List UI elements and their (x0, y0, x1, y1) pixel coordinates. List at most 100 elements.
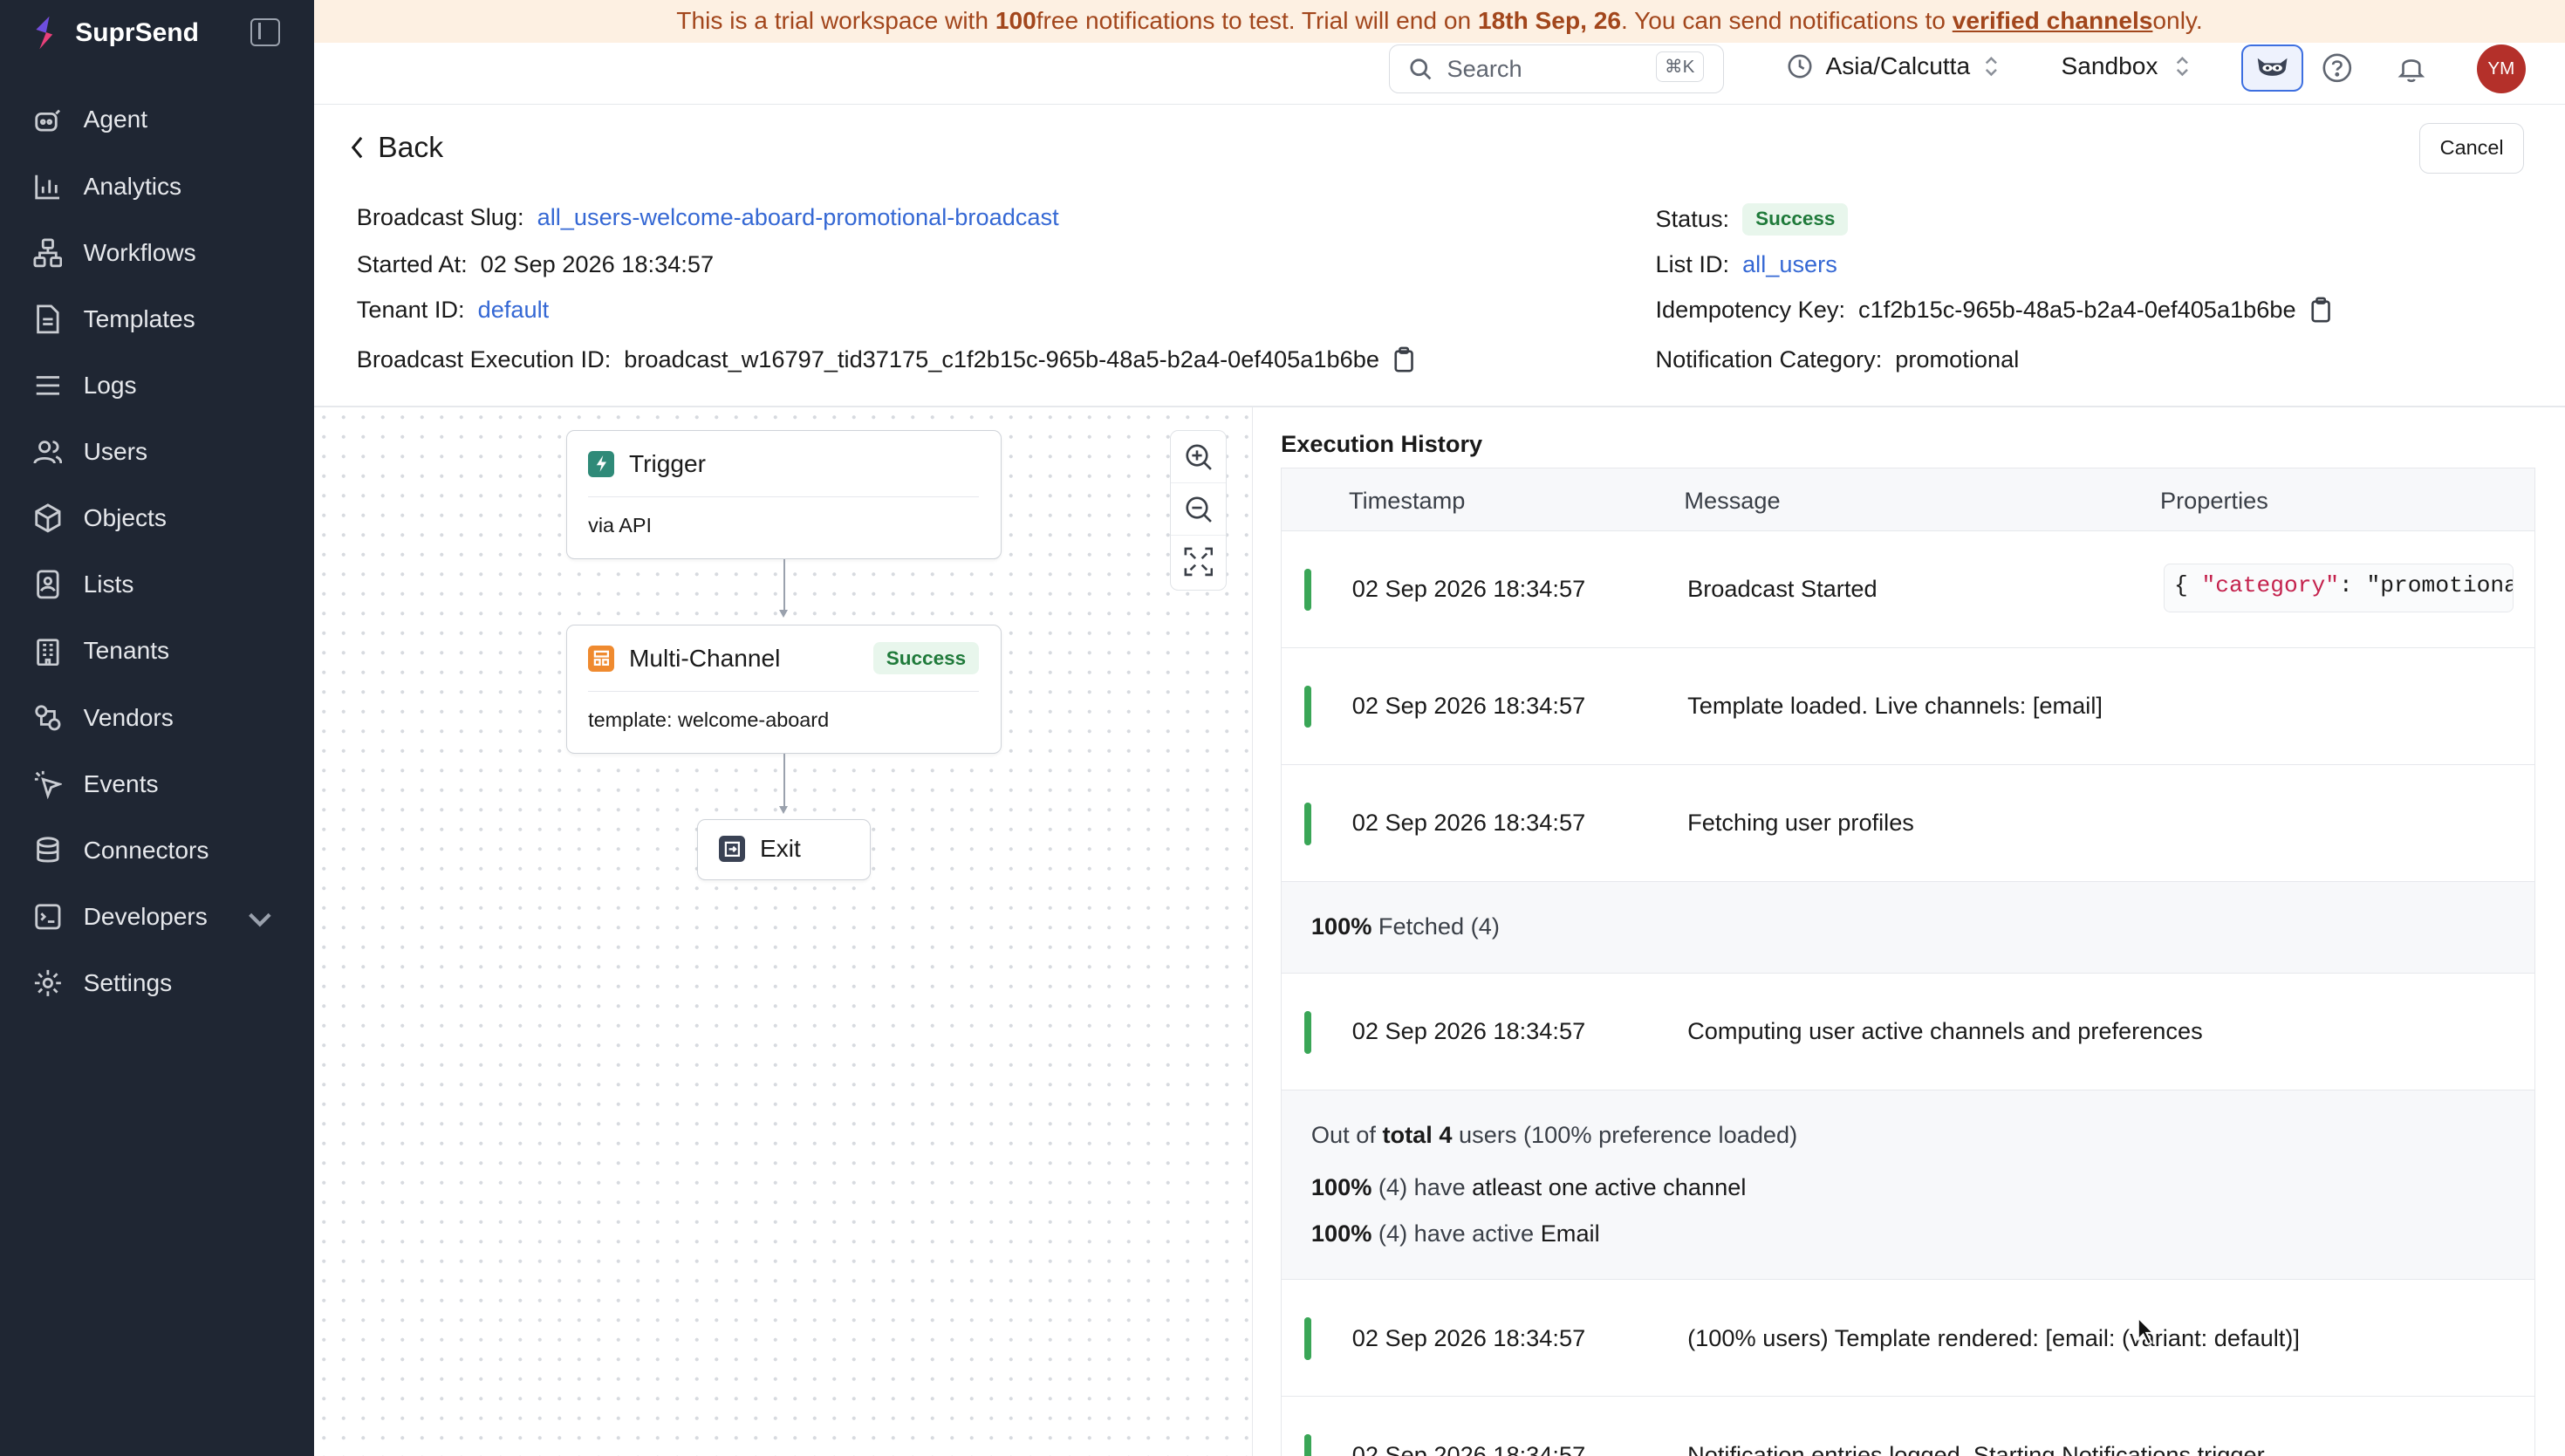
sidebar-item-label: Users (83, 438, 148, 466)
sidebar-item-label: Vendors (83, 703, 174, 731)
sidebar-item-label: Logs (83, 371, 137, 399)
workflow-canvas[interactable]: Trigger via API Multi-Channel Success te… (314, 407, 1254, 1456)
search-icon (1410, 58, 1432, 79)
sidebar-item-connectors[interactable]: Connectors (0, 817, 314, 884)
search-input[interactable]: Search ⌘K (1388, 44, 1725, 93)
idempotency-key-value: c1f2b15c-965b-48a5-b2a4-0ef405a1b6be (1858, 296, 2296, 324)
banner-middle2: . You can send notifications to (1621, 7, 1946, 35)
sidebar-item-objects[interactable]: Objects (0, 485, 314, 551)
connectors-icon (36, 837, 59, 863)
table-row[interactable]: 02 Sep 2026 18:34:57 Template loaded. Li… (1282, 648, 2535, 765)
timezone-value: Asia/Calcutta (1825, 52, 1971, 79)
sidebar-item-label: Lists (83, 571, 134, 598)
notification-category-field: Notification Category: promotional (1656, 345, 2020, 373)
sidebar-item-agent[interactable]: Agent (0, 86, 314, 153)
settings-icon (34, 970, 61, 997)
tenant-id-link[interactable]: default (478, 296, 550, 324)
status-indicator (1304, 685, 1311, 728)
analytics-icon (34, 174, 59, 200)
multi-channel-node-detail: template: welcome-aboard (588, 691, 980, 732)
copy-icon[interactable] (1392, 346, 1415, 373)
timezone-select[interactable]: Asia/Calcutta (1787, 52, 2000, 80)
sidebar-item-settings[interactable]: Settings (0, 950, 314, 1016)
execution-id-value: broadcast_w16797_tid37175_c1f2b15c-965b-… (624, 345, 1379, 373)
execution-history-title: Execution History (1281, 430, 1483, 458)
templates-icon (36, 304, 59, 334)
summary-text: Out of (1310, 1121, 1383, 1149)
sidebar-item-templates[interactable]: Templates (0, 286, 314, 352)
search-placeholder: Search (1447, 54, 1522, 82)
sidebar-item-users[interactable]: Users (0, 419, 314, 485)
vendors-icon (34, 705, 60, 731)
started-at-value: 02 Sep 2026 18:34:57 (480, 250, 715, 277)
zoom-out-button[interactable] (1170, 483, 1227, 537)
banner-count: 100 (995, 7, 1036, 35)
status-field: Status: Success (1656, 202, 1849, 236)
exit-node[interactable]: Exit (696, 819, 871, 880)
table-row[interactable]: 02 Sep 2026 18:34:57 Notification entrie… (1282, 1397, 2534, 1456)
trial-banner: This is a trial workspace with 100 free … (314, 0, 2565, 43)
zoom-in-button[interactable] (1170, 431, 1227, 484)
main-content: Back Cancel Broadcast Slug: all_users-we… (314, 105, 2565, 1456)
sidebar-item-workflows[interactable]: Workflows (0, 220, 314, 286)
row-message: Fetching user profiles (1687, 809, 1914, 837)
workflows-icon (32, 238, 62, 268)
fit-view-icon (1184, 547, 1213, 577)
environment-select[interactable]: Sandbox (2062, 52, 2191, 80)
row-message: (100% users) Template rendered: [email: … (1687, 1323, 2300, 1351)
back-button[interactable]: Back (350, 131, 443, 165)
row-message: Broadcast Started (1687, 575, 1878, 603)
fit-view-button[interactable] (1171, 536, 1227, 588)
sidebar-item-tenants[interactable]: Tenants (0, 618, 314, 684)
banner-suffix: only. (2152, 7, 2203, 35)
cancel-button[interactable]: Cancel (2419, 122, 2525, 174)
execution-id-field: Broadcast Execution ID: broadcast_w16797… (357, 345, 1415, 373)
multi-channel-icon (588, 645, 615, 672)
list-id-link[interactable]: all_users (1742, 250, 1837, 278)
lists-icon (36, 570, 59, 599)
trigger-node[interactable]: Trigger via API (565, 430, 1002, 560)
table-row[interactable]: 02 Sep 2026 18:34:57 Computing user acti… (1282, 974, 2535, 1090)
help-icon[interactable] (2322, 52, 2353, 84)
summary-line-1: Out of total 4 users (100% preference lo… (1311, 1121, 1797, 1149)
status-indicator (1304, 1434, 1311, 1456)
table-row[interactable]: 02 Sep 2026 18:34:57 (100% users) Templa… (1282, 1280, 2535, 1398)
table-row[interactable]: 02 Sep 2026 18:34:57 Fetching user profi… (1282, 765, 2535, 882)
sidebar-item-label: Connectors (83, 836, 209, 864)
summary-emphasis: Email (1540, 1219, 1600, 1247)
chevron-left-icon (352, 137, 363, 159)
multi-channel-node[interactable]: Multi-Channel Success template: welcome-… (565, 625, 1002, 755)
preference-summary: Out of total 4 users (100% preference lo… (1282, 1090, 2535, 1281)
sidebar-item-developers[interactable]: Developers (0, 884, 314, 950)
ai-assistant-button[interactable] (2240, 44, 2303, 92)
user-avatar[interactable]: YM (2476, 44, 2526, 93)
sidebar-item-analytics[interactable]: Analytics (0, 154, 314, 220)
banner-middle: free notifications to test. Trial will e… (1036, 7, 1472, 35)
fetch-percent: 100% (1310, 913, 1372, 940)
column-properties: Properties (2160, 486, 2268, 514)
row-timestamp: 02 Sep 2026 18:34:57 (1351, 809, 1586, 837)
bell-icon[interactable] (2397, 52, 2426, 84)
row-message: Notification entries logged. Starting No… (1687, 1440, 2265, 1456)
sidebar-item-lists[interactable]: Lists (0, 551, 314, 618)
row-timestamp: 02 Sep 2026 18:34:57 (1351, 1440, 1586, 1456)
summary-line-3: 100% (4) have active Email (1311, 1220, 1600, 1248)
sidebar-item-vendors[interactable]: Vendors (0, 685, 314, 751)
zoom-in-icon (1186, 444, 1212, 470)
started-at-label: Started At: (356, 250, 468, 277)
sidebar-item-logs[interactable]: Logs (0, 352, 314, 419)
banner-prefix: This is a trial workspace with (676, 7, 989, 35)
environment-value: Sandbox (2061, 52, 2158, 79)
status-badge: Success (1742, 202, 1849, 236)
sidebar-item-events[interactable]: Events (0, 751, 314, 817)
connector-arrow (778, 806, 788, 815)
row-properties-json[interactable]: { "category": "promotional" } (2163, 564, 2514, 613)
collapse-sidebar-icon[interactable] (250, 17, 280, 46)
verified-channels-link[interactable]: verified channels (1953, 7, 2153, 35)
table-row[interactable]: 02 Sep 2026 18:34:57 Broadcast Started {… (1282, 531, 2535, 648)
broadcast-slug-link[interactable]: all_users-welcome-aboard-promotional-bro… (537, 203, 1059, 231)
status-indicator (1304, 568, 1311, 612)
copy-icon[interactable] (2309, 297, 2332, 323)
sidebar-item-label: Analytics (83, 172, 182, 200)
chevron-down-icon[interactable] (245, 905, 275, 934)
